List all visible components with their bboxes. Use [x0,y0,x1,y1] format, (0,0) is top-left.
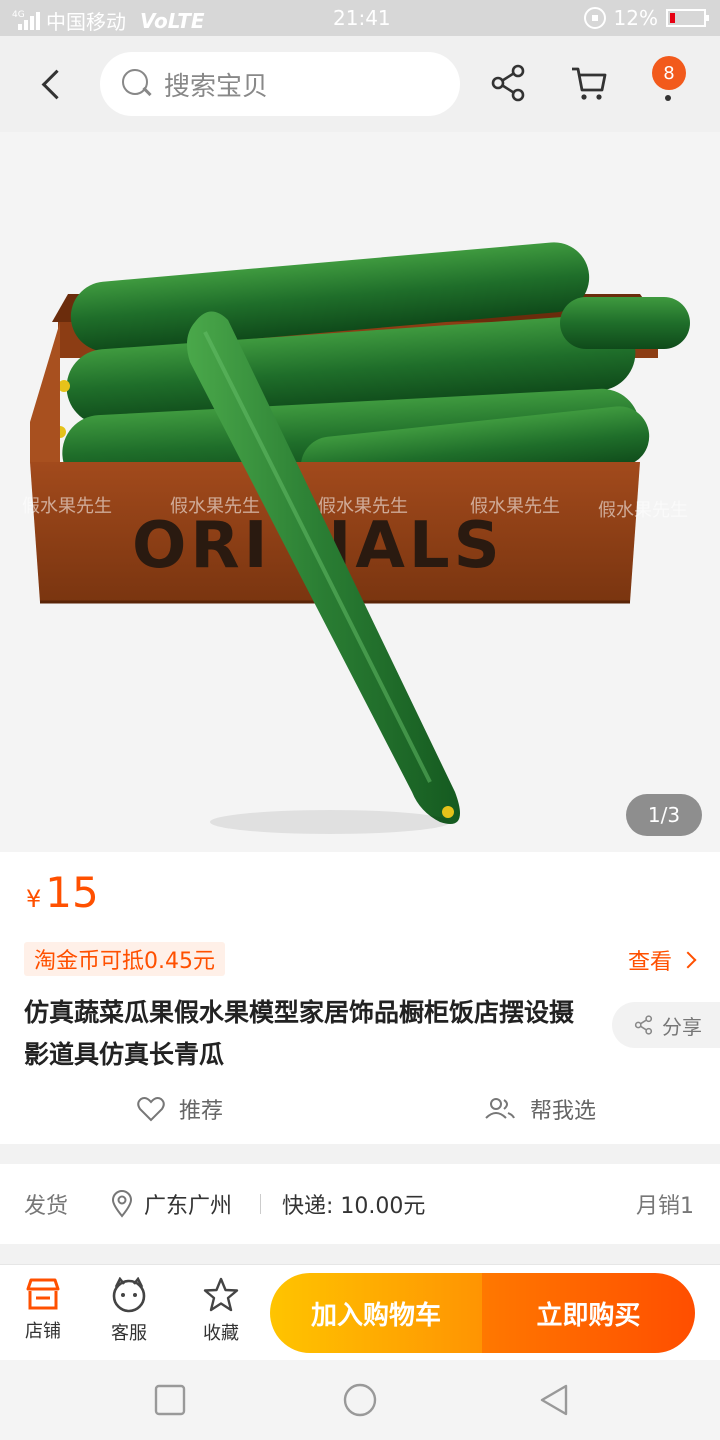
location-icon [111,1190,133,1218]
recent-apps-icon[interactable] [152,1382,188,1418]
shop-label: 店铺 [25,1321,61,1342]
search-placeholder: 搜索宝贝 [164,71,269,102]
watermark-text: 假水果先生 [598,500,688,521]
share-icon[interactable] [486,60,532,106]
back-nav-icon[interactable] [536,1382,572,1418]
ship-from-location: 广东广州 [144,1194,233,1219]
shop-icon [26,1278,60,1310]
product-image[interactable]: ORI NALS 假水果先生 假水果先生 假水果先生 假水果先生 假水果先生 1… [0,132,720,852]
delivery-label: 发货 [24,1194,69,1219]
product-title: 仿真蔬菜瓜果假水果模型家居饰品橱柜饭店摆设摄影道具仿真长青瓜 [24,998,575,1069]
cart-badge: 8 [652,56,686,90]
rotation-lock-icon [583,7,606,29]
cart-icon[interactable] [566,60,612,106]
image-counter: 1/3 [626,794,702,836]
favorite-button[interactable]: 收藏 [186,1277,256,1345]
carrier-name: 中国移动 [46,10,126,34]
bottom-action-bar: 店铺 客服 收藏 加入购物车 立即购买 [0,1264,720,1360]
search-input[interactable]: 搜索宝贝 [100,52,460,116]
share-label: 分享 [662,1014,702,1039]
system-nav-bar [0,1360,720,1440]
clock: 21:41 [333,6,391,30]
home-icon[interactable] [342,1382,378,1418]
volte-indicator: VoLTE [140,8,205,33]
status-bar: 4G 中国移动 VoLTE 21:41 12% [0,0,720,36]
recommend-button[interactable]: 推荐 [0,1086,360,1132]
divider [260,1194,261,1214]
watermark-text: 假水果先生 [22,496,112,517]
share-icon [634,1015,653,1035]
action-row: 推荐 帮我选 [0,1086,720,1132]
favorite-label: 收藏 [203,1323,239,1344]
recommend-label: 推荐 [178,1099,223,1124]
help-choose-label: 帮我选 [529,1099,596,1124]
shipping-fee: 快递: 10.00元 [282,1194,426,1219]
coin-discount-tag: 淘金币可抵0.45元 [24,942,225,976]
star-icon [203,1277,239,1312]
service-icon [112,1277,146,1313]
customer-service-button[interactable]: 客服 [94,1277,164,1345]
battery-percent: 12% [613,6,658,30]
view-link[interactable]: 查看 [627,944,697,976]
help-choose-button[interactable]: 帮我选 [360,1086,720,1132]
add-to-cart-button[interactable]: 加入购物车 [270,1273,482,1353]
chevron-right-icon [679,951,697,969]
battery-icon [666,9,709,27]
watermark-text: 假水果先生 [170,496,260,517]
top-nav-bar: 搜索宝贝 8 [0,36,720,132]
heart-icon [137,1097,165,1122]
watermark-text: 假水果先生 [318,496,408,517]
shop-button[interactable]: 店铺 [8,1277,78,1343]
back-icon[interactable] [30,62,74,106]
service-label: 客服 [111,1323,147,1344]
share-button[interactable]: 分享 [612,1002,720,1048]
people-icon [485,1098,515,1119]
buy-now-button[interactable]: 立即购买 [482,1273,695,1353]
view-label: 查看 [627,950,672,975]
search-icon [122,69,152,99]
monthly-sales: 月销1 [636,1194,694,1219]
currency-symbol: ¥ [26,885,42,913]
product-info-card: ¥ 15 淘金币可抵0.45元 查看 仿真蔬菜瓜果假水果模型家居饰品橱柜饭店摆设… [0,852,720,1144]
price: ¥ 15 [26,868,99,917]
delivery-row[interactable]: 发货 广东广州 快递: 10.00元 月销1 [0,1164,720,1244]
product-photo: ORI NALS 假水果先生 假水果先生 假水果先生 假水果先生 假水果先生 [22,242,690,834]
signal-icon: 4G [12,10,40,32]
watermark-text: 假水果先生 [470,496,560,517]
price-value: 15 [45,868,99,917]
